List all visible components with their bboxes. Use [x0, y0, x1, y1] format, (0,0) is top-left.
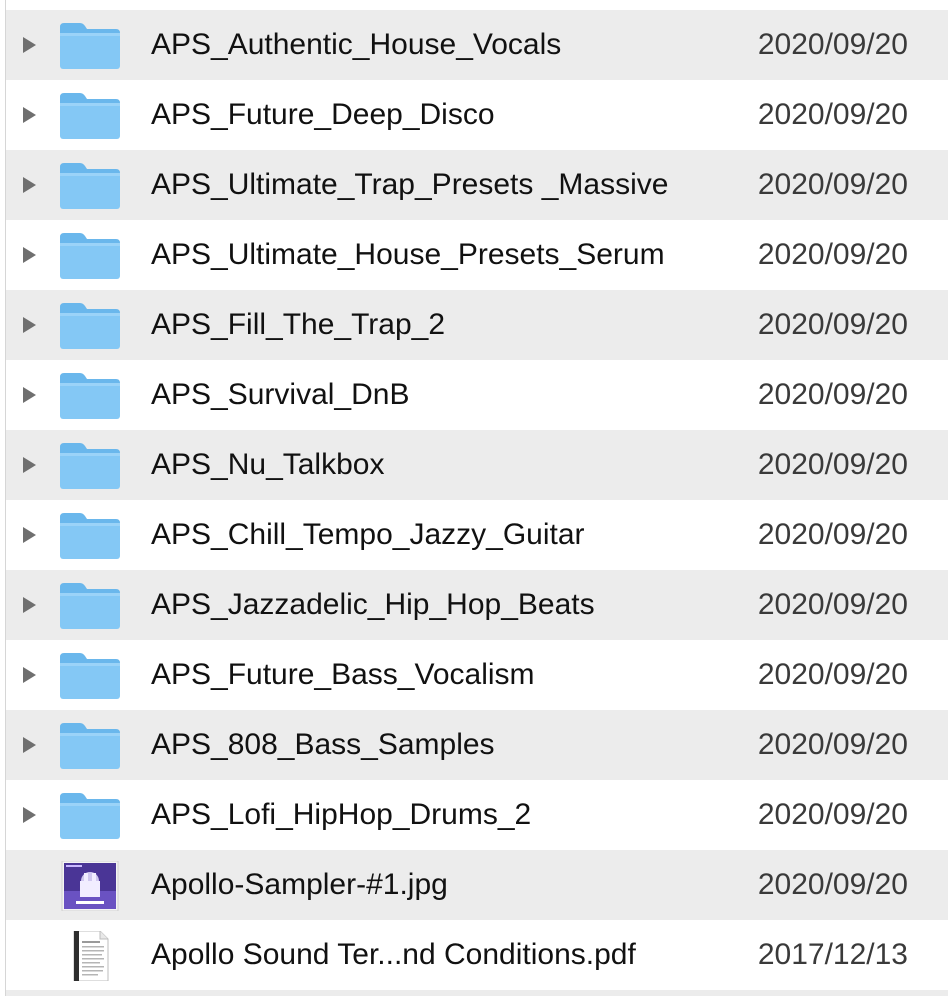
item-date-modified: 2020/09/20: [757, 378, 908, 411]
disclosure-triangle-icon[interactable]: [23, 107, 36, 123]
folder-icon: [58, 301, 122, 351]
disclosure-triangle-icon[interactable]: [23, 527, 36, 543]
item-date-modified: 2017/12/13: [757, 938, 908, 971]
item-date-modified: 2020/09/20: [757, 238, 908, 271]
folder-row[interactable]: APS_Fill_The_Trap_2 2020/09/20: [6, 290, 948, 360]
file-rows: APS_Authentic_House_Vocals 2020/09/20 APS…: [6, 10, 948, 990]
folder-icon: [58, 21, 122, 71]
disclosure-triangle-icon[interactable]: [23, 247, 36, 263]
disclosure-triangle-icon[interactable]: [23, 807, 36, 823]
folder-icon: [58, 91, 122, 141]
disclosure-triangle-icon[interactable]: [23, 667, 36, 683]
file-row[interactable]: Apollo Sound Ter...nd Conditions.pdf 2017…: [6, 920, 948, 990]
item-date-modified: 2020/09/20: [757, 728, 908, 761]
item-date-modified: 2020/09/20: [757, 28, 908, 61]
folder-row[interactable]: APS_Future_Bass_Vocalism 2020/09/20: [6, 640, 948, 710]
folder-row[interactable]: APS_Ultimate_House_Presets_Serum 2020/09/…: [6, 220, 948, 290]
folder-icon: [58, 441, 122, 491]
folder-icon: [58, 511, 122, 561]
folder-row[interactable]: APS_Authentic_House_Vocals 2020/09/20: [6, 10, 948, 80]
disclosure-triangle-icon[interactable]: [23, 457, 36, 473]
folder-row[interactable]: APS_Chill_Tempo_Jazzy_Guitar 2020/09/20: [6, 500, 948, 570]
folder-row[interactable]: APS_Nu_Talkbox 2020/09/20: [6, 430, 948, 500]
next-row-edge: [6, 990, 948, 996]
folder-row[interactable]: APS_808_Bass_Samples 2020/09/20: [6, 710, 948, 780]
item-name: APS_Nu_Talkbox: [151, 448, 385, 481]
item-name: APS_Future_Deep_Disco: [151, 98, 495, 131]
folder-icon: [58, 581, 122, 631]
folder-icon: [58, 791, 122, 841]
item-date-modified: 2020/09/20: [757, 868, 908, 901]
file-row[interactable]: Apollo-Sampler-#1.jpg 2020/09/20: [6, 850, 948, 920]
folder-row[interactable]: APS_Ultimate_Trap_Presets _Massive 2020/0…: [6, 150, 948, 220]
item-name: Apollo Sound Ter...nd Conditions.pdf: [151, 938, 636, 971]
item-name: APS_808_Bass_Samples: [151, 728, 495, 761]
file-list: APS_Authentic_House_Vocals 2020/09/20 APS…: [0, 0, 948, 996]
item-name: APS_Lofi_HipHop_Drums_2: [151, 798, 532, 831]
item-name: APS_Ultimate_Trap_Presets _Massive: [151, 168, 669, 201]
item-name: APS_Survival_DnB: [151, 378, 410, 411]
disclosure-triangle-icon[interactable]: [23, 317, 36, 333]
item-name: Apollo-Sampler-#1.jpg: [151, 868, 448, 901]
item-date-modified: 2020/09/20: [757, 518, 908, 551]
pdf-document-icon: [58, 930, 122, 982]
item-name: APS_Fill_The_Trap_2: [151, 308, 446, 341]
item-date-modified: 2020/09/20: [757, 98, 908, 131]
folder-icon: [58, 231, 122, 281]
image-thumbnail-icon: [58, 860, 122, 912]
item-name: APS_Chill_Tempo_Jazzy_Guitar: [151, 518, 585, 551]
folder-row[interactable]: APS_Future_Deep_Disco 2020/09/20: [6, 80, 948, 150]
folder-icon: [58, 651, 122, 701]
folder-row[interactable]: APS_Jazzadelic_Hip_Hop_Beats 2020/09/20: [6, 570, 948, 640]
disclosure-triangle-icon[interactable]: [23, 597, 36, 613]
folder-row[interactable]: APS_Survival_DnB 2020/09/20: [6, 360, 948, 430]
item-date-modified: 2020/09/20: [757, 168, 908, 201]
disclosure-triangle-icon[interactable]: [23, 177, 36, 193]
item-date-modified: 2020/09/20: [757, 588, 908, 621]
item-date-modified: 2020/09/20: [757, 798, 908, 831]
folder-icon: [58, 721, 122, 771]
item-date-modified: 2020/09/20: [757, 308, 908, 341]
folder-icon: [58, 161, 122, 211]
folder-row[interactable]: APS_Lofi_HipHop_Drums_2 2020/09/20: [6, 780, 948, 850]
item-name: APS_Authentic_House_Vocals: [151, 28, 562, 61]
item-name: APS_Future_Bass_Vocalism: [151, 658, 535, 691]
disclosure-triangle-icon[interactable]: [23, 37, 36, 53]
disclosure-triangle-icon[interactable]: [23, 737, 36, 753]
item-date-modified: 2020/09/20: [757, 658, 908, 691]
disclosure-triangle-icon[interactable]: [23, 387, 36, 403]
folder-icon: [58, 371, 122, 421]
item-name: APS_Jazzadelic_Hip_Hop_Beats: [151, 588, 595, 621]
item-name: APS_Ultimate_House_Presets_Serum: [151, 238, 665, 271]
item-date-modified: 2020/09/20: [757, 448, 908, 481]
